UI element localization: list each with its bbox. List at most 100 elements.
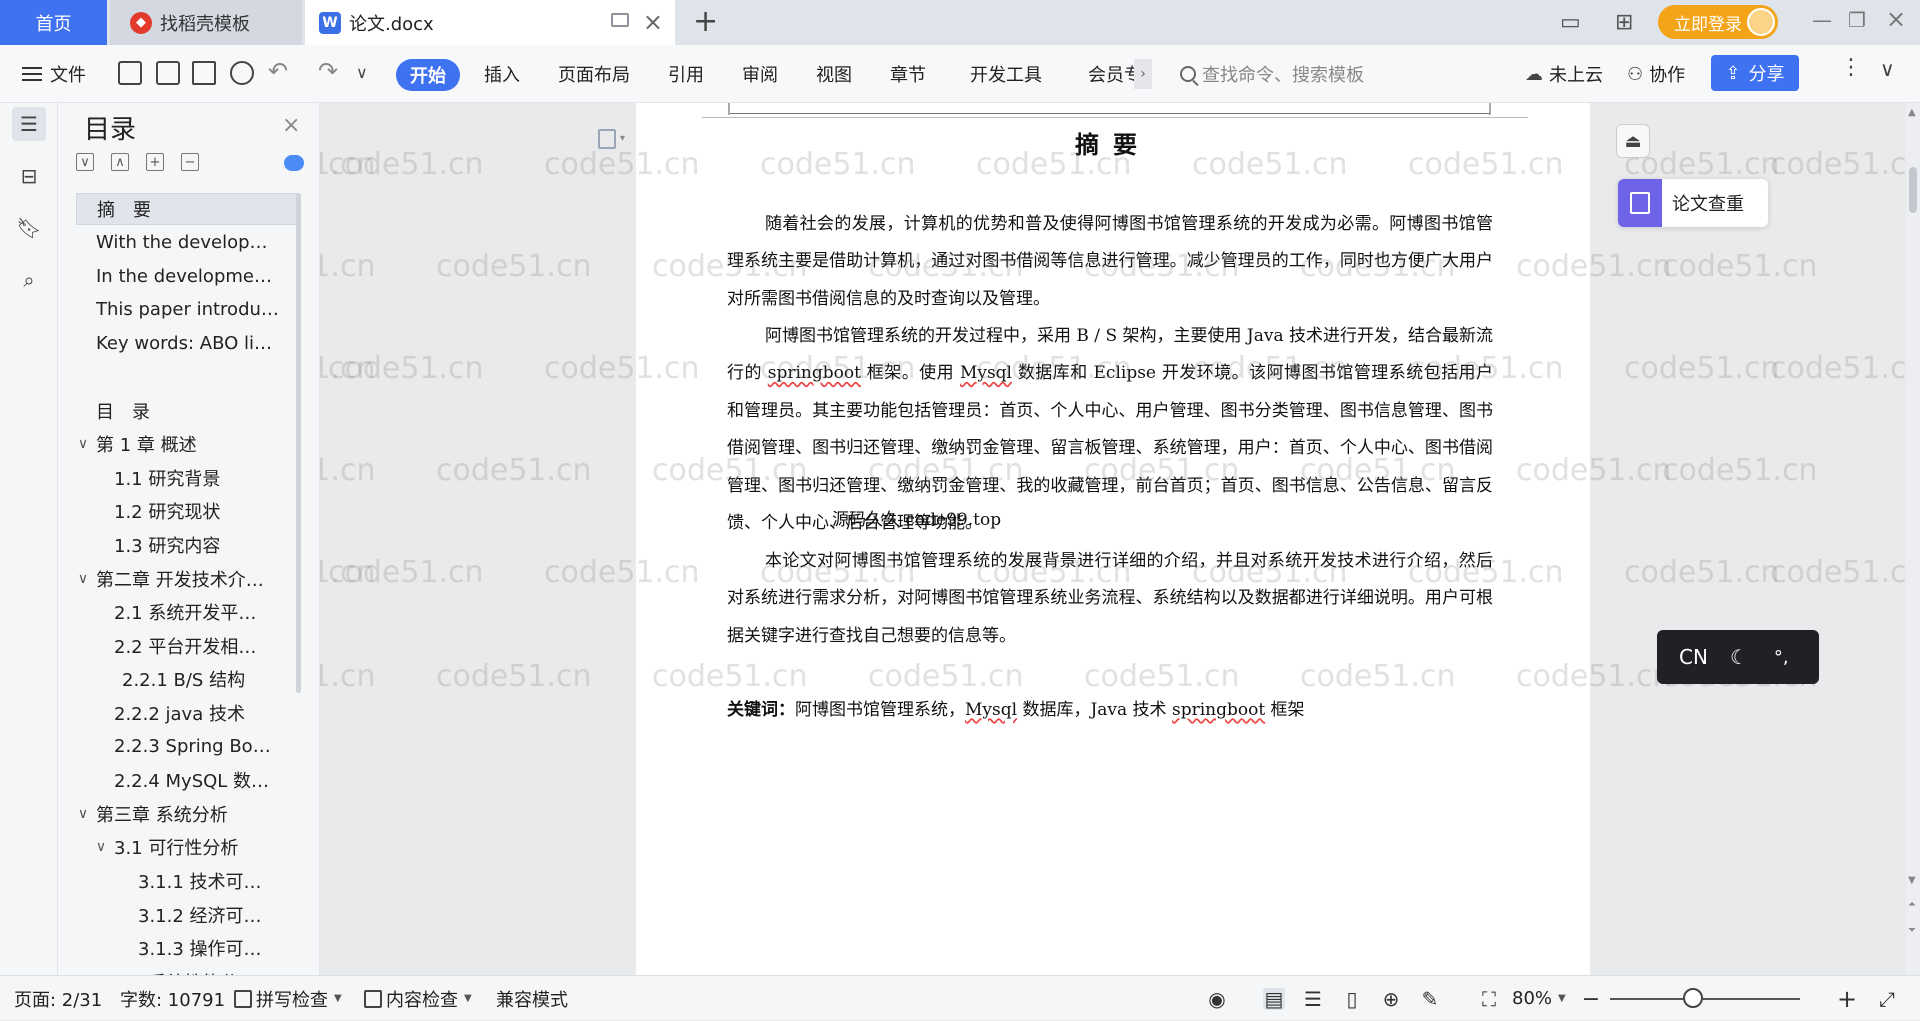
login-button[interactable]: 立即登录 <box>1658 5 1778 39</box>
redo-icon[interactable]: ↷ <box>318 57 338 85</box>
toc-item[interactable]: 摘 要 <box>76 193 298 225</box>
toc-item[interactable]: 3.1.2 经济可… <box>76 899 298 931</box>
tab-home[interactable]: 首页 <box>0 0 107 45</box>
eye-protect-icon[interactable]: ◉ <box>1206 987 1228 1011</box>
spellcheck-mysql[interactable]: Mysql <box>960 363 1012 383</box>
toc-item[interactable]: 2.2.2 java 技术 <box>76 697 298 729</box>
file-menu[interactable]: 文件 <box>22 45 86 103</box>
bookmark-icon[interactable]: 🔖︎ <box>12 211 46 245</box>
more-icon[interactable]: ⋮ <box>1840 55 1862 80</box>
print-icon[interactable] <box>192 61 216 85</box>
dropdown-arrow-icon[interactable]: ▼ <box>464 993 472 1004</box>
zoom-slider-knob[interactable] <box>1683 988 1703 1008</box>
tab-view[interactable]: 视图 <box>816 45 852 103</box>
toc-item[interactable]: 1.3 研究内容 <box>76 529 298 561</box>
spellcheck-springboot[interactable]: springboot <box>1172 700 1265 720</box>
tab-start[interactable]: 开始 <box>396 59 460 91</box>
next-page-icon[interactable]: ⏷ <box>1908 925 1916 936</box>
toc-item[interactable]: 1.1 研究背景 <box>76 462 298 494</box>
fullscreen-icon[interactable]: ⤢ <box>1876 987 1898 1011</box>
toc-item[interactable]: 目 录 <box>76 395 298 427</box>
apps-grid-icon[interactable]: ⊞ <box>1615 0 1633 45</box>
toc-item[interactable]: 2.1 系统开发平… <box>76 596 298 628</box>
new-tab-plus-icon[interactable]: + <box>693 4 718 39</box>
page-indicator[interactable]: 页面: 2/31 <box>14 976 102 1021</box>
close-tab-icon[interactable]: × <box>643 8 663 36</box>
spell-check-button[interactable]: 拼写检查 ▼ <box>234 976 342 1021</box>
spellcheck-mysql[interactable]: Mysql <box>965 700 1017 720</box>
tab-template[interactable]: ◆ 找稻壳模板 <box>110 0 302 45</box>
ime-toolbar[interactable]: CN ☾ °, <box>1657 630 1819 684</box>
minimize-icon[interactable]: — <box>1812 8 1832 32</box>
dropdown-arrow-icon[interactable]: ▾ <box>620 133 625 144</box>
ime-language-label[interactable]: CN <box>1679 645 1708 669</box>
toc-item[interactable]: Key words: ABO li… <box>76 327 298 359</box>
tab-review[interactable]: 审阅 <box>742 45 778 103</box>
expand-all-icon[interactable]: ∨ <box>76 153 94 171</box>
toc-item[interactable]: ∨ 第二章 开发技术介… <box>76 563 298 595</box>
quick-access-dropdown-icon[interactable]: ∨ <box>356 63 368 82</box>
export-icon[interactable] <box>156 61 180 85</box>
dropdown-arrow-icon[interactable]: ▼ <box>1558 993 1566 1004</box>
toc-item[interactable]: This paper introdu… <box>76 294 298 326</box>
word-count[interactable]: 字数: 10791 <box>120 976 225 1021</box>
zoom-slider-track[interactable] <box>1610 998 1800 1000</box>
scroll-down-icon[interactable]: ▼ <box>1908 875 1916 886</box>
tab-dev-tools[interactable]: 开发工具 <box>970 45 1042 103</box>
collapse-panel-icon[interactable]: ⏏ <box>1616 124 1650 158</box>
toc-close-icon[interactable]: × <box>282 113 300 138</box>
moon-icon[interactable]: ☾ <box>1730 645 1748 669</box>
toc-item[interactable] <box>76 361 298 393</box>
add-heading-icon[interactable]: + <box>146 153 164 171</box>
toc-item[interactable]: 2.2.1 B/S 结构 <box>76 663 298 695</box>
chevron-down-icon[interactable]: ∨ <box>76 571 92 587</box>
toc-item[interactable]: 2.2 平台开发相… <box>76 630 298 662</box>
share-button[interactable]: ⇪ 分享 <box>1711 55 1799 91</box>
paper-check-button[interactable]: 论文查重 <box>1618 179 1768 227</box>
layout-icon[interactable]: ▭ <box>1560 0 1581 45</box>
vertical-scrollbar[interactable]: ▲ ▼ ⏶ ⏷ <box>1906 103 1920 975</box>
toc-item[interactable]: With the develop… <box>76 227 298 259</box>
tab-references[interactable]: 引用 <box>668 45 704 103</box>
document-page[interactable]: ▾ 摘要 随着社会的发展，计算机的优势和普及使得阿博图书馆管理系统的开发成为必需… <box>598 103 1590 975</box>
print-preview-icon[interactable] <box>230 61 254 85</box>
chevron-down-icon[interactable]: ∨ <box>76 806 92 822</box>
collab-button[interactable]: ⚇ 协作 <box>1627 45 1685 103</box>
read-view-icon[interactable]: ▯ <box>1341 987 1363 1011</box>
command-search[interactable]: 查找命令、搜索模板 <box>1180 45 1364 103</box>
content-check-button[interactable]: 内容检查 ▼ <box>364 976 472 1021</box>
document-outline-icon[interactable] <box>598 129 616 149</box>
zoom-out-icon[interactable]: − <box>1580 987 1602 1012</box>
toc-item[interactable]: ∨ 第 1 章 概述 <box>76 428 298 460</box>
prev-page-icon[interactable]: ⏶ <box>1908 899 1916 910</box>
toc-panel-icon[interactable]: ☰ <box>12 107 46 141</box>
punctuation-icon[interactable]: °, <box>1774 647 1789 668</box>
undo-icon[interactable]: ↶ <box>268 57 288 85</box>
toc-item[interactable]: 1.2 研究现状 <box>76 495 298 527</box>
toc-item[interactable]: ∨ 3.1 可行性分析 <box>76 831 298 863</box>
remove-heading-icon[interactable]: − <box>181 153 199 171</box>
dropdown-arrow-icon[interactable]: ▼ <box>334 993 342 1004</box>
save-icon[interactable] <box>118 61 142 85</box>
toc-item[interactable]: 3.1.3 操作可… <box>76 932 298 964</box>
close-window-icon[interactable]: × <box>1886 5 1906 33</box>
toc-item[interactable]: ∨3.2 系统性能分… <box>76 966 298 975</box>
pen-icon[interactable]: ✎ <box>1419 987 1441 1011</box>
page-view-icon[interactable]: ▤ <box>1263 987 1285 1011</box>
toc-item[interactable]: ∨ 第三章 系统分析 <box>76 798 298 830</box>
toc-item[interactable]: In the developme… <box>76 260 298 292</box>
ribbon-scroll-right-icon[interactable]: › <box>1134 59 1152 89</box>
zoom-level[interactable]: 80% ▼ <box>1512 976 1566 1021</box>
toc-item[interactable]: 2.2.4 MySQL 数… <box>76 764 298 796</box>
web-view-icon[interactable]: ⊕ <box>1380 987 1402 1011</box>
find-icon[interactable]: ⌕ <box>12 263 46 297</box>
tab-insert[interactable]: 插入 <box>484 45 520 103</box>
chevron-down-icon[interactable]: ∨ <box>76 436 92 452</box>
tab-page-layout[interactable]: 页面布局 <box>558 45 630 103</box>
zoom-in-icon[interactable]: + <box>1836 985 1858 1013</box>
cloud-status[interactable]: ☁ 未上云 <box>1525 45 1603 103</box>
toc-item[interactable]: 3.1.1 技术可… <box>76 865 298 897</box>
monitor-icon[interactable] <box>611 13 629 27</box>
maximize-icon[interactable]: ❐ <box>1848 8 1866 32</box>
collapse-all-icon[interactable]: ∧ <box>111 153 129 171</box>
